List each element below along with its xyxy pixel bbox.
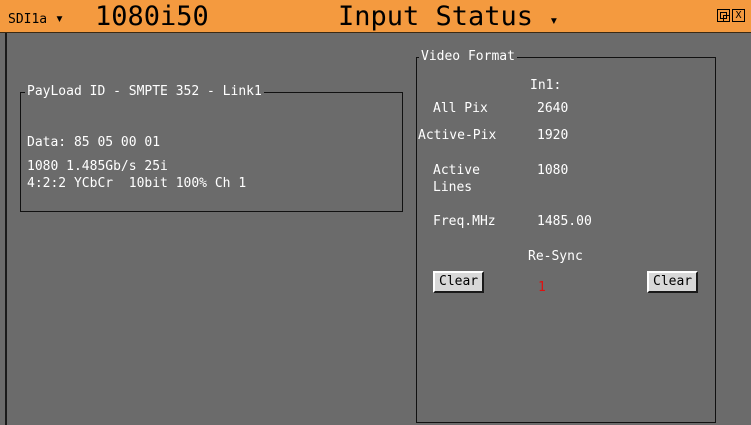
active-lines-label-2: Lines	[433, 180, 473, 195]
clear-button-left[interactable]: Clear	[433, 271, 485, 293]
video-legend: Video Format	[419, 49, 517, 64]
window-controls: X	[717, 9, 745, 22]
active-pix-label: Active-Pix	[418, 128, 497, 143]
payload-sampling-line: 4:2:2 YCbCr 10bit 100% Ch 1	[27, 176, 247, 191]
payload-format-line: 1080 1.485Gb/s 25i	[27, 159, 168, 174]
video-format-readout: 1080i50	[95, 1, 209, 32]
active-lines-value: 1080	[537, 163, 569, 178]
left-divider	[5, 33, 7, 425]
source-label: SDI1a	[8, 12, 48, 27]
all-pix-value: 2640	[537, 101, 569, 116]
source-selector[interactable]: SDI1a ▾	[8, 9, 64, 27]
all-pix-label: All Pix	[433, 101, 488, 116]
clear-button-right[interactable]: Clear	[647, 271, 699, 293]
payload-id-panel: PayLoad ID - SMPTE 352 - Link1 Data: 85 …	[20, 84, 403, 212]
freq-value: 1485.00	[537, 214, 592, 229]
payload-legend: PayLoad ID - SMPTE 352 - Link1	[25, 84, 264, 99]
active-pix-value: 1920	[537, 128, 569, 143]
chevron-down-icon: ▾	[54, 9, 64, 27]
input-column-header: In1:	[530, 78, 562, 93]
title-bar: SDI1a ▾ 1080i50 Input Status ▾ X	[0, 0, 751, 33]
close-icon[interactable]: X	[732, 9, 745, 22]
resync-label: Re-Sync	[528, 249, 583, 264]
chevron-down-icon: ▾	[549, 11, 559, 29]
resync-count: 1	[538, 280, 546, 295]
restore-icon[interactable]	[717, 9, 730, 22]
active-lines-label: Active	[433, 163, 480, 178]
freq-label: Freq.MHz	[433, 214, 496, 229]
page-menu[interactable]: Input Status ▾	[338, 1, 558, 32]
video-format-panel: Video Format In1: All Pix 2640 Active-Pi…	[416, 49, 716, 423]
payload-data: Data: 85 05 00 01	[27, 135, 161, 150]
page-title: Input Status	[338, 1, 534, 32]
